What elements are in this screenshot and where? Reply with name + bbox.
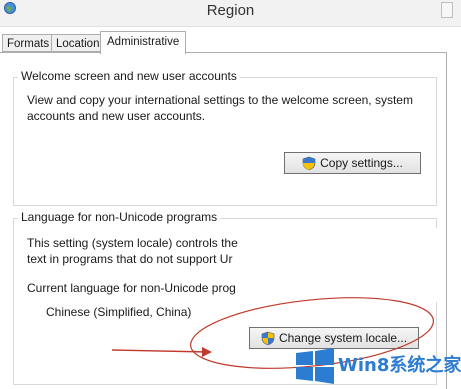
change-system-locale-button[interactable]: Change system locale... bbox=[249, 327, 419, 349]
non-unicode-description-line2: text in programs that do not support Ur bbox=[27, 252, 233, 266]
tab-location[interactable]: Location bbox=[51, 34, 105, 52]
window-control[interactable] bbox=[441, 2, 453, 18]
windows-logo bbox=[296, 348, 334, 384]
welcome-description-line1: View and copy your international setting… bbox=[27, 93, 413, 107]
current-language-value: Chinese (Simplified, China) bbox=[46, 305, 192, 319]
non-unicode-group-legend: Language for non-Unicode programs bbox=[18, 210, 221, 224]
welcome-group-legend: Welcome screen and new user accounts bbox=[18, 69, 240, 83]
watermark-text: Win8系统之家 bbox=[338, 355, 461, 376]
tab-formats[interactable]: Formats bbox=[2, 34, 55, 52]
uac-shield-icon bbox=[261, 331, 275, 345]
current-language-label: Current language for non-Unicode prog bbox=[27, 281, 236, 295]
tab-strip: Formats Location Administrative bbox=[0, 31, 461, 54]
copy-settings-label: Copy settings... bbox=[320, 156, 403, 170]
non-unicode-description-line1: This setting (system locale) controls th… bbox=[27, 236, 238, 250]
tab-administrative[interactable]: Administrative bbox=[100, 31, 187, 54]
change-system-locale-label: Change system locale... bbox=[278, 331, 408, 345]
window-title: Region bbox=[206, 2, 255, 19]
uac-shield-icon bbox=[302, 156, 316, 170]
welcome-screen-group: Welcome screen and new user accounts Vie… bbox=[13, 69, 437, 206]
copy-settings-button[interactable]: Copy settings... bbox=[284, 152, 421, 174]
welcome-description-line2: accounts and new user accounts. bbox=[27, 109, 206, 123]
title-bar: Region bbox=[0, 0, 461, 27]
cropped-area bbox=[238, 228, 438, 302]
